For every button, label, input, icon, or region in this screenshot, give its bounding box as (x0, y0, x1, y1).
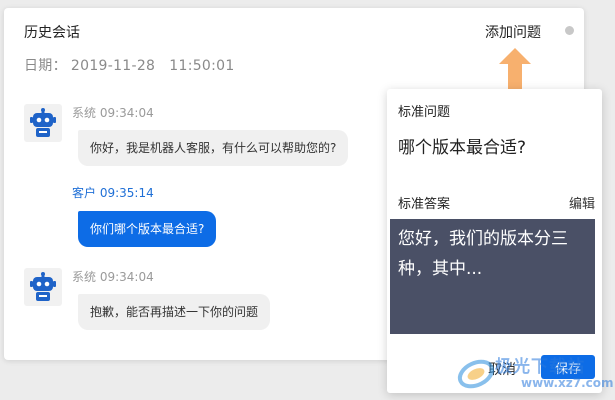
edit-button[interactable]: 编辑 (569, 193, 595, 212)
screen: 历史会话 添加问题 日期： 2019-11-28 11:50:01 系统 09:34… (0, 0, 615, 400)
message-meta: 系统 09:34:04 (72, 268, 154, 285)
message-meta: 系统 09:34:04 (72, 104, 154, 121)
standard-question-label: 标准问题 (398, 105, 451, 120)
sender-name: 系统 (72, 106, 97, 120)
message-time: 09:34:04 (99, 270, 154, 284)
robot-icon (30, 108, 56, 137)
cancel-button[interactable]: 取消 (488, 359, 516, 379)
arrow-up-icon (499, 48, 531, 90)
standard-qa-panel: 标准问题 哪个版本最合适? 标准答案 编辑 您好，我们的版本分三种，其中... … (387, 89, 602, 393)
standard-answer-text[interactable]: 您好，我们的版本分三种，其中... (390, 219, 595, 334)
save-button[interactable]: 保存 (541, 355, 595, 379)
sender-name: 系统 (72, 270, 97, 284)
status-dot (565, 26, 574, 35)
standard-question-text: 哪个版本最合适? (398, 138, 527, 158)
date-label: 日期： (24, 58, 67, 74)
sender-name: 客户 (72, 186, 97, 200)
message-time: 09:34:04 (99, 106, 154, 120)
customer-message-bubble: 你们哪个版本最合适? (78, 211, 217, 247)
standard-answer-label: 标准答案 (398, 197, 451, 212)
bot-avatar (24, 104, 62, 142)
bot-message-bubble: 你好，我是机器人客服，有什么可以帮助您的? (78, 130, 349, 166)
session-date: 日期： 2019-11-28 11:50:01 (24, 55, 235, 75)
time-value: 11:50:01 (169, 58, 235, 74)
message-time: 09:35:14 (99, 186, 154, 200)
robot-icon (30, 272, 56, 301)
message-meta: 客户 09:35:14 (72, 184, 154, 201)
bot-avatar (24, 268, 62, 306)
bot-message-bubble: 抱歉，能否再描述一下你的问题 (78, 294, 271, 330)
date-value: 2019-11-28 (70, 58, 156, 74)
add-question-button[interactable]: 添加问题 (485, 22, 541, 42)
history-title: 历史会话 (24, 25, 80, 41)
